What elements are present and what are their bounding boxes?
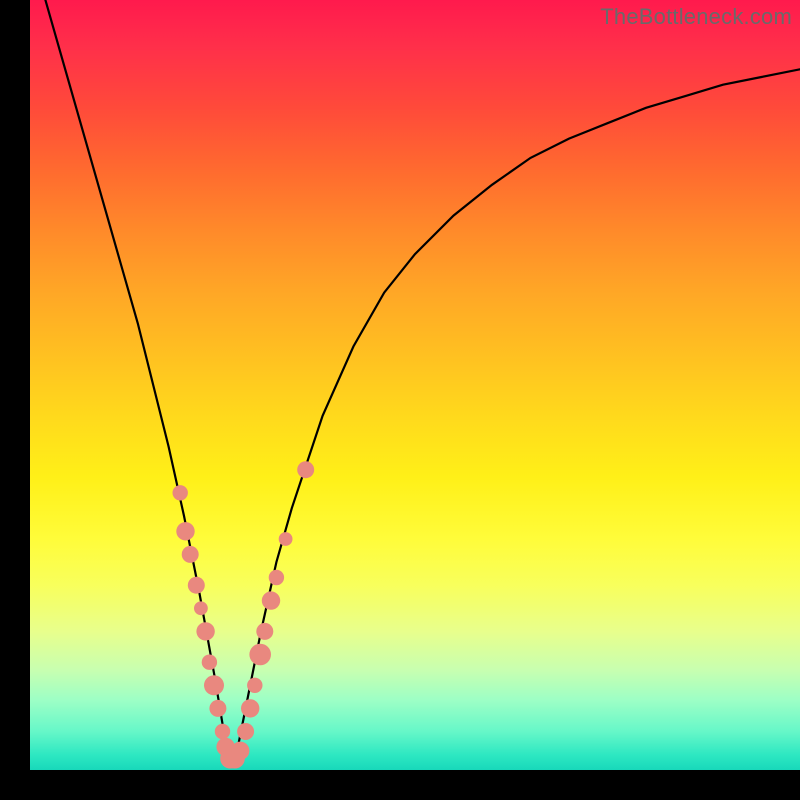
data-point — [249, 644, 271, 666]
bottleneck-curve — [45, 0, 800, 762]
data-point — [247, 678, 262, 693]
data-point — [269, 570, 284, 585]
data-point — [173, 485, 188, 500]
data-point — [209, 700, 226, 717]
watermark-text: TheBottleneck.com — [600, 4, 792, 30]
data-point — [231, 742, 249, 760]
data-point — [194, 601, 208, 615]
data-point — [204, 675, 224, 695]
data-point — [279, 532, 293, 546]
data-point — [241, 699, 259, 717]
data-point — [176, 522, 194, 540]
data-point — [237, 723, 254, 740]
data-point — [196, 622, 214, 640]
chart-svg — [30, 0, 800, 770]
data-point — [297, 461, 314, 478]
data-point — [182, 546, 199, 563]
data-point — [215, 724, 230, 739]
data-point — [188, 577, 205, 594]
data-point — [202, 655, 217, 670]
chart-frame: TheBottleneck.com — [0, 0, 800, 800]
data-point — [256, 623, 273, 640]
plot-area — [30, 0, 800, 770]
data-point — [262, 591, 280, 609]
